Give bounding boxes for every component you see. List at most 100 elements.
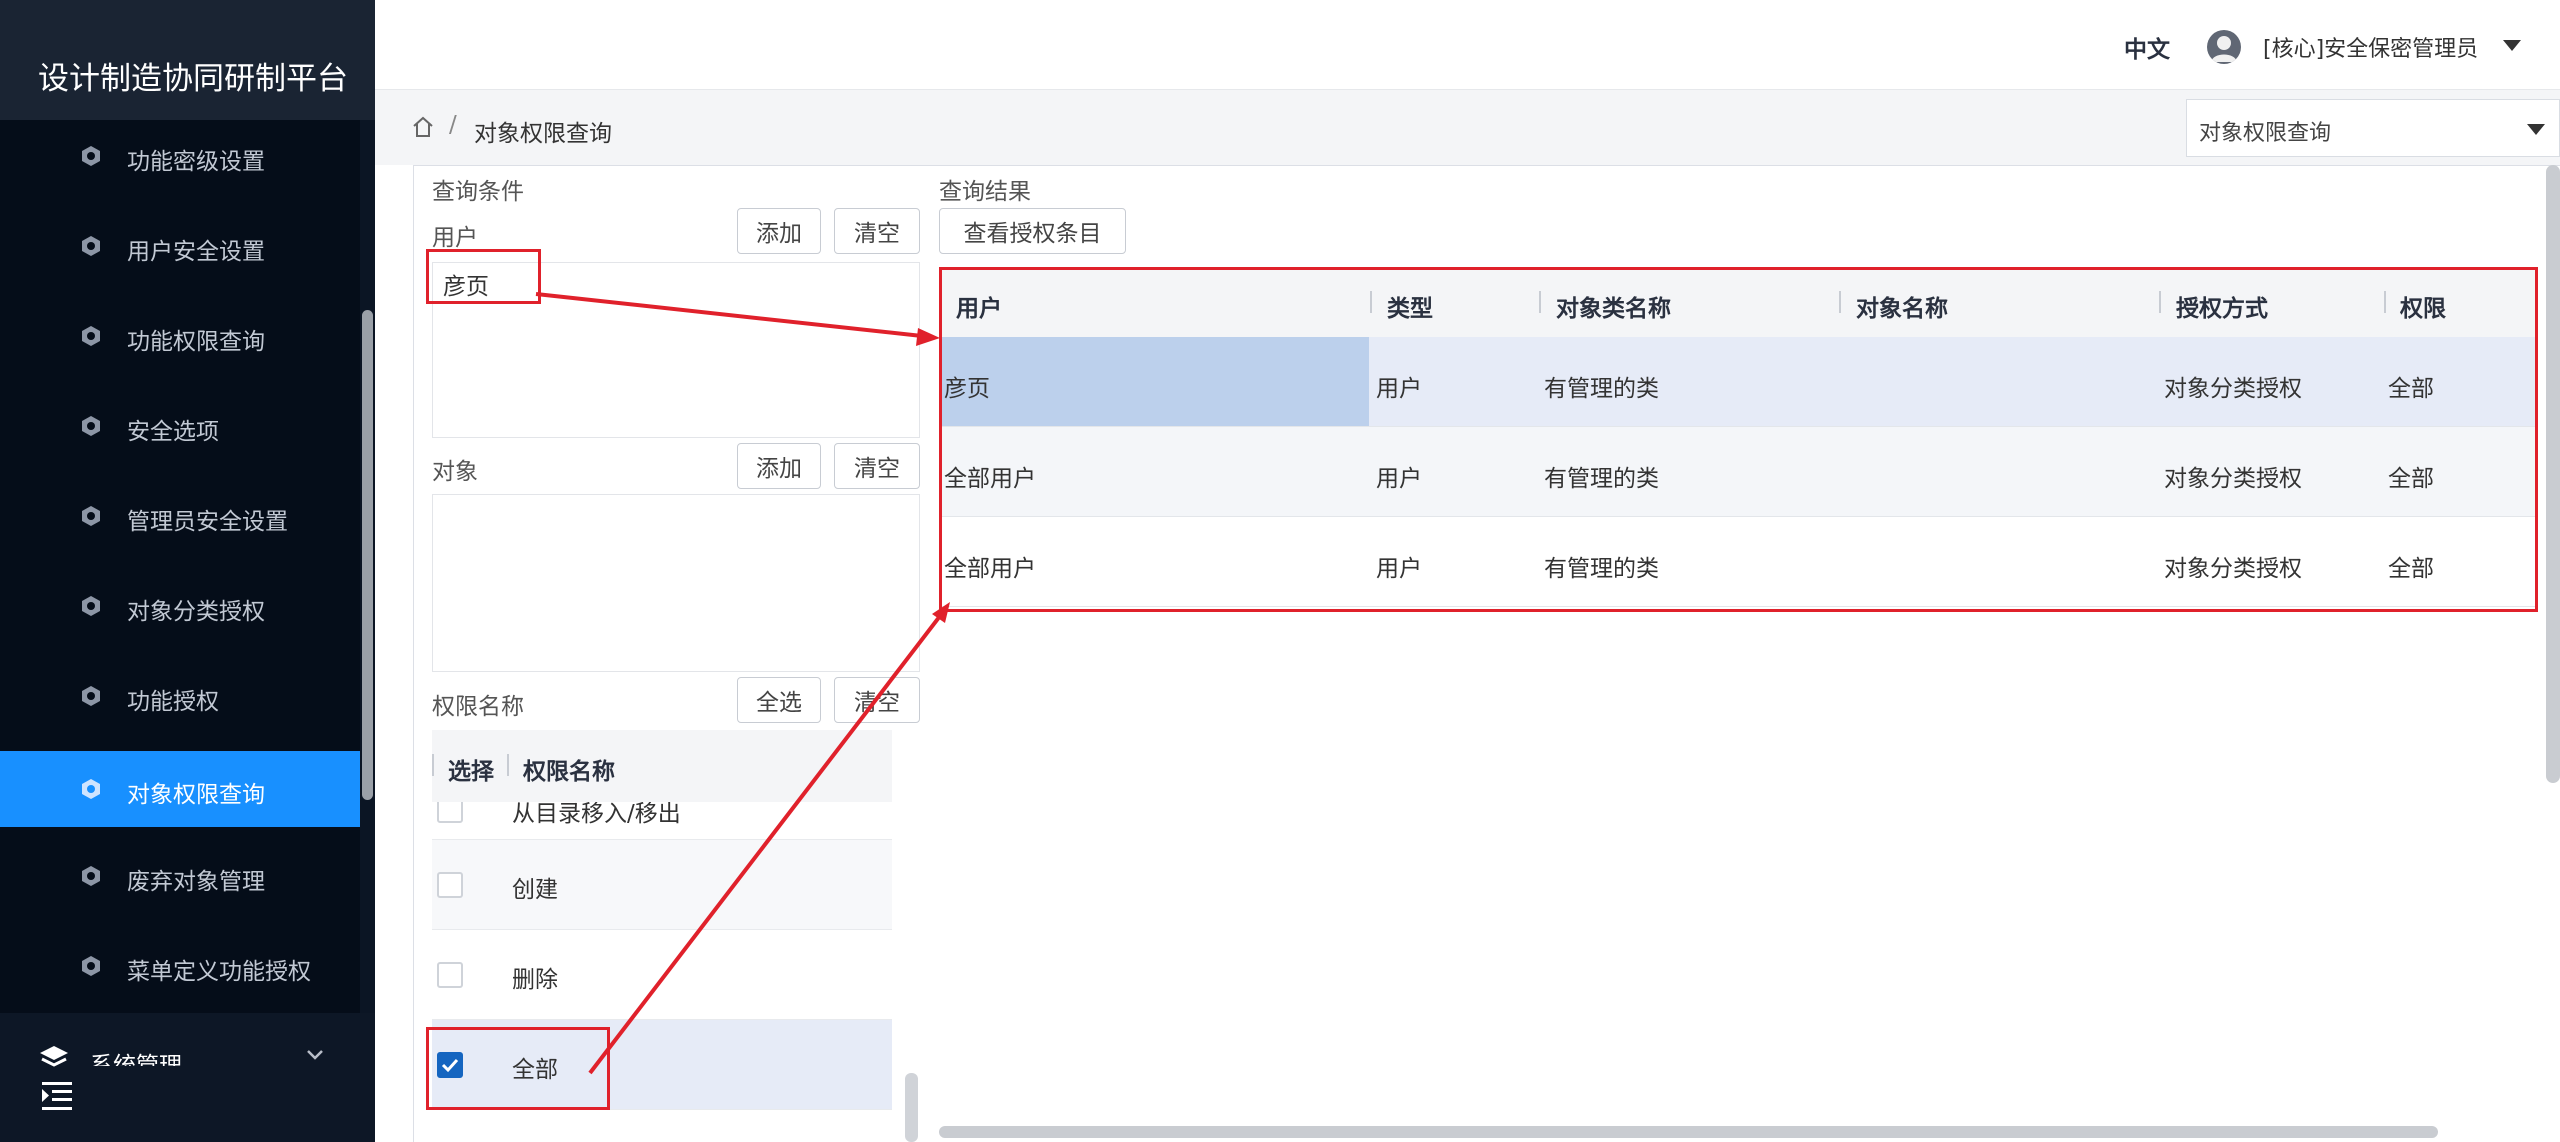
cell-type: 用户 [1376,466,1422,492]
permission-name: 创建 [512,877,558,903]
cell-user: 全部用户 [944,556,1036,582]
sidebar-item-admin-security[interactable]: 管理员安全设置 [0,478,360,554]
row-checkbox[interactable] [437,872,463,898]
shield-gear-icon [82,866,100,886]
sidebar-item-label: 功能密级设置 [127,149,265,175]
cell-type: 用户 [1376,376,1422,402]
sidebar-scrollbar-thumb[interactable] [362,310,373,800]
sidebar-item-object-permission-query[interactable]: 对象权限查询 [0,751,360,827]
select-all-permissions-button[interactable]: 全选 [737,677,821,723]
result-table-header: 用户 类型 对象类名称 对象名称 授权方式 权限 [939,268,2537,337]
column-header-class-name: 对象类名称 [1556,296,1671,322]
sidebar-item-label: 对象权限查询 [127,782,265,808]
shield-gear-icon [82,326,100,346]
cell-class-name: 有管理的类 [1544,466,1659,492]
sidebar-item-function-permission-query[interactable]: 功能权限查询 [0,298,360,374]
user-list-item[interactable]: 彦页 [443,265,489,309]
sidebar-item-label: 功能权限查询 [127,329,265,355]
sidebar-item-function-classification[interactable]: 功能密级设置 [0,118,360,194]
table-row[interactable]: 全部用户 用户 有管理的类 对象分类授权 全部 [939,517,2537,607]
sidebar-item-label: 废弃对象管理 [127,869,265,895]
view-auth-entries-button[interactable]: 查看授权条目 [939,208,1126,254]
cell-user: 彦页 [944,376,990,402]
table-row[interactable]: 删除 [432,930,892,1020]
main-horizontal-scrollbar[interactable] [939,1126,2438,1138]
caret-down-icon[interactable] [2503,40,2521,51]
sidebar-group-system-management[interactable] [0,1013,375,1142]
breadcrumb-current: 对象权限查询 [474,121,612,147]
add-object-button[interactable]: 添加 [737,443,821,489]
permission-name: 全部 [512,1057,558,1083]
sidebar-item-label: 用户安全设置 [127,239,265,265]
clear-user-button[interactable]: 清空 [834,208,920,254]
breadcrumb-separator: / [449,112,457,138]
shield-gear-icon [82,686,100,706]
clear-permissions-button[interactable]: 清空 [834,677,920,723]
shield-gear-icon [82,596,100,616]
column-divider[interactable] [2159,291,2161,313]
column-header-object-name: 对象名称 [1856,296,1948,322]
column-header-auth-method: 授权方式 [2176,296,2268,322]
object-field-label: 对象 [432,459,478,485]
permission-table-body: 从目录移入/移出 创建 删除 全部 [432,802,892,1122]
sidebar-item-function-auth[interactable]: 功能授权 [0,658,360,734]
cell-user: 全部用户 [944,466,1036,492]
cell-permission: 全部 [2388,376,2434,402]
object-list[interactable] [432,494,920,672]
cell-class-name: 有管理的类 [1544,556,1659,582]
user-name[interactable]: [核心]安全保密管理员 [2263,31,2478,63]
column-divider[interactable] [1839,291,1841,313]
language-switch[interactable]: 中文 [2124,30,2170,64]
permission-table-scrollbar[interactable] [905,1073,918,1142]
clear-object-button[interactable]: 清空 [834,443,920,489]
column-header-user: 用户 [956,296,1002,322]
checkmark-icon [441,1058,459,1073]
row-checkbox-checked[interactable] [437,1052,463,1078]
selected-cell [939,337,1369,426]
column-divider[interactable] [1370,291,1372,313]
add-user-button[interactable]: 添加 [737,208,821,254]
row-checkbox[interactable] [437,802,463,823]
sidebar-item-label: 安全选项 [127,419,219,445]
sidebar-item-security-options[interactable]: 安全选项 [0,388,360,464]
sidebar-item-object-class-auth[interactable]: 对象分类授权 [0,568,360,644]
shield-gear-icon [82,506,100,526]
cell-auth-method: 对象分类授权 [2164,556,2302,582]
sidebar-item-obsolete-objects[interactable]: 废弃对象管理 [0,838,360,914]
home-icon[interactable] [411,115,435,139]
column-divider[interactable] [2384,291,2386,313]
table-row[interactable]: 全部用户 用户 有管理的类 对象分类授权 全部 [939,427,2537,517]
user-avatar-icon[interactable] [2207,30,2241,64]
column-header-permission: 权限 [2400,296,2446,322]
sidebar-item-user-security[interactable]: 用户安全设置 [0,208,360,284]
permission-field-label: 权限名称 [432,694,524,720]
cell-class-name: 有管理的类 [1544,376,1659,402]
sidebar-item-label: 管理员安全设置 [127,509,288,535]
chevron-down-icon[interactable] [306,1048,324,1062]
permission-table-header: 选择 权限名称 [432,730,892,802]
main-vertical-scrollbar[interactable] [2546,165,2560,783]
table-row[interactable]: 全部 [432,1020,892,1110]
row-checkbox[interactable] [437,962,463,988]
shield-gear-icon [82,236,100,256]
user-list[interactable]: 彦页 [432,262,920,438]
query-results-title: 查询结果 [939,179,1031,205]
user-field-label: 用户 [432,225,478,251]
column-header-type: 类型 [1387,296,1433,322]
sidebar-menu: 功能密级设置 用户安全设置 功能权限查询 安全选项 管理员安全设置 对象分类授权… [0,120,360,1013]
column-header-permission-name: 权限名称 [523,759,615,785]
sidebar: 设计制造协同研制平台 功能密级设置 用户安全设置 功能权限查询 安全选项 管理员… [0,0,375,1142]
table-row[interactable]: 彦页 用户 有管理的类 对象分类授权 全部 [939,337,2537,427]
layers-icon [40,1046,68,1067]
cell-auth-method: 对象分类授权 [2164,466,2302,492]
menu-collapse-icon[interactable] [40,1080,74,1112]
column-divider[interactable] [1539,291,1541,313]
table-row[interactable]: 从目录移入/移出 [432,802,892,840]
sidebar-item-menu-function-auth[interactable]: 菜单定义功能授权 [0,928,360,1004]
permission-name: 删除 [512,967,558,993]
app-title: 设计制造协同研制平台 [38,61,348,97]
shield-gear-icon [82,416,100,436]
column-divider[interactable] [507,754,509,776]
table-row[interactable]: 创建 [432,840,892,930]
page-select-dropdown[interactable]: 对象权限查询 [2186,99,2560,157]
